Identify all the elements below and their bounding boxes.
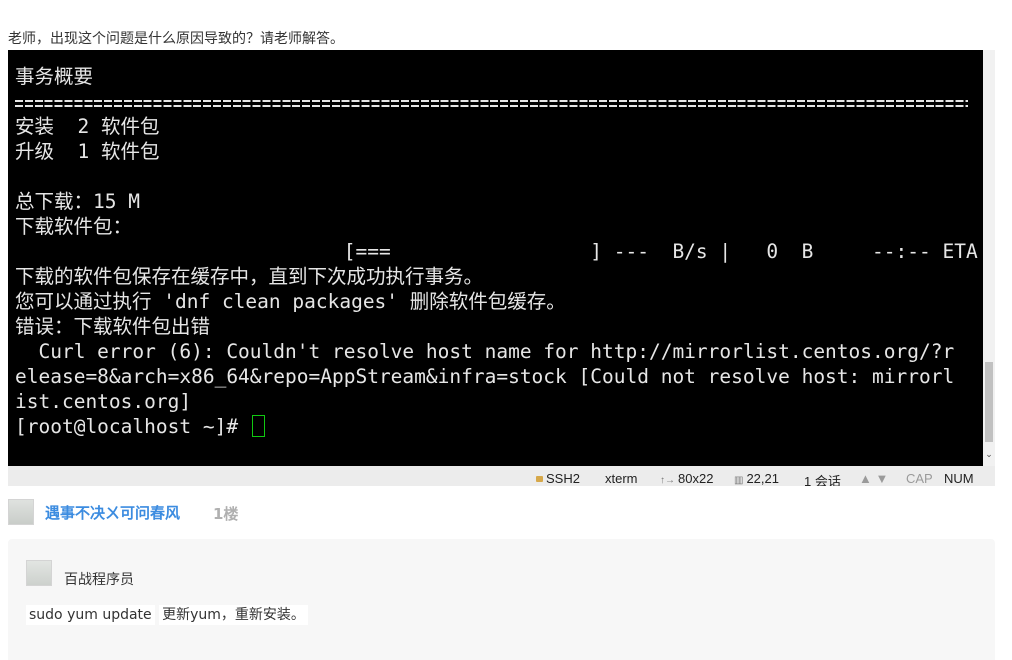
terminal-line-8: [=== ] --- B/s | 0 B --:-- ETA	[15, 240, 978, 263]
status-cursor-pos-label: 22,21	[746, 471, 779, 486]
scroll-up-icon: ▲	[859, 471, 872, 486]
resize-icon: ↑→	[660, 475, 675, 486]
avatar[interactable]	[8, 499, 34, 525]
terminal-line-3: 安装 2 软件包	[15, 115, 160, 138]
terminal-cursor	[251, 415, 265, 437]
terminal-line-7: 下载软件包：	[15, 215, 133, 238]
avatar[interactable]	[26, 560, 52, 586]
scrollbar-thumb[interactable]	[985, 362, 993, 442]
status-protocol: SSH2	[536, 471, 580, 486]
terminal-window: 事务概要 安装 2 软件包 升级 1 软件包 总下载：15 M 下载软件包： […	[8, 50, 983, 466]
terminal-line-1: 事务概要	[15, 65, 94, 88]
status-sessions: 1 会话	[804, 474, 841, 486]
terminal-scrollbar[interactable]: ⌄	[983, 50, 995, 466]
cursor-position-icon: ▥	[734, 475, 744, 486]
reply-header: 遇事不决ㄨ可问春风 1楼	[8, 499, 608, 525]
reply-username[interactable]: 遇事不决ㄨ可问春风	[45, 502, 180, 523]
status-num: NUM	[944, 471, 974, 486]
terminal-line-11: 错误：下载软件包出错	[15, 315, 211, 338]
scroll-down-icon: ▼	[875, 471, 889, 486]
terminal-separator	[15, 98, 968, 110]
terminal-line-12: Curl error (6): Couldn't resolve host na…	[15, 340, 955, 363]
lock-icon	[536, 476, 543, 482]
status-protocol-label: SSH2	[546, 471, 580, 486]
terminal-prompt: [root@localhost ~]#	[15, 415, 250, 438]
terminal-line-14: ist.centos.org]	[15, 390, 192, 413]
terminal-prompt-line[interactable]: [root@localhost ~]#	[15, 414, 265, 439]
chevron-down-icon[interactable]: ⌄	[983, 448, 995, 462]
question-text: 老师，出现这个问题是什么原因导致的？请老师解答。	[8, 31, 344, 47]
answer-author[interactable]: 百战程序员	[64, 569, 134, 589]
terminal-line-4: 升级 1 软件包	[15, 140, 160, 163]
floor-number: 1楼	[213, 505, 239, 523]
status-size: ↑→ 80x22	[660, 471, 713, 486]
answer-card: 百战程序员 sudo yum update 更新yum，重新安装。	[8, 539, 995, 660]
answer-code: sudo yum update	[26, 605, 155, 625]
status-terminal-type: xterm	[605, 471, 638, 486]
status-cursor-pos: ▥ 22,21	[734, 471, 779, 486]
terminal-line-9: 下载的软件包保存在缓存中，直到下次成功执行事务。	[15, 265, 484, 288]
terminal-statusbar: SSH2 xterm ↑→ 80x22 ▥ 22,21 1 会话 ▲ ▼ CAP N…	[8, 466, 995, 486]
terminal-screenshot: 事务概要 安装 2 软件包 升级 1 软件包 总下载：15 M 下载软件包： […	[8, 50, 995, 486]
status-cap: CAP	[906, 471, 933, 486]
scroll-arrows: ▲ ▼	[859, 471, 888, 486]
terminal-line-10: 您可以通过执行 'dnf clean packages' 删除软件包缓存。	[15, 290, 566, 313]
terminal-line-13: elease=8&arch=x86_64&repo=AppStream&infr…	[15, 365, 955, 388]
answer-text: sudo yum update 更新yum，重新安装。	[26, 604, 308, 625]
terminal-line-6: 总下载：15 M	[15, 190, 140, 213]
answer-text-rest: 更新yum，重新安装。	[159, 605, 308, 625]
status-size-label: 80x22	[678, 471, 714, 486]
